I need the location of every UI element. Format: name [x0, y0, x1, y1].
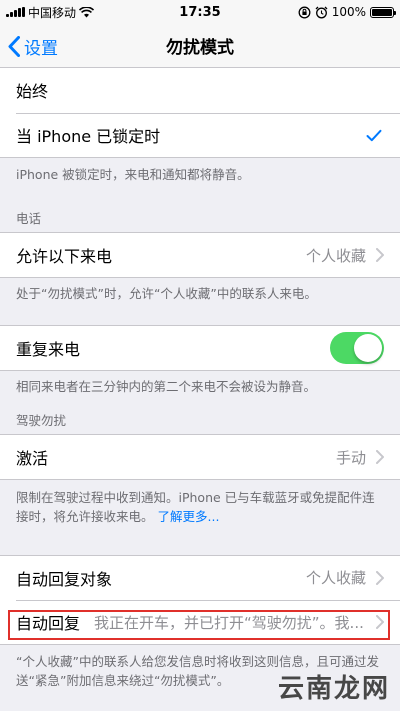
back-button[interactable]: 设置 — [8, 32, 58, 60]
repeat-calls-label: 重复来电 — [16, 340, 81, 359]
repeat-calls-note: 相同来电者在三分钟内的第二个来电不会被设为静音。 — [16, 379, 317, 394]
status-right: 100% — [244, 5, 396, 19]
toggle-knob — [354, 334, 382, 362]
auto-reply-to-label: 自动回复对象 — [16, 569, 113, 589]
silence-always-label: 始终 — [16, 82, 49, 102]
chevron-right-icon — [376, 450, 384, 464]
silence-note: iPhone 被锁定时，来电和通知都将静音。 — [16, 167, 250, 182]
allow-calls-note: 处于“勿扰模式”时，允许“个人收藏”中的联系人来电。 — [16, 286, 317, 301]
wifi-icon — [79, 6, 95, 17]
silence-locked-row[interactable]: 当 iPhone 已锁定时 — [0, 113, 400, 157]
driving-section-header: 驾驶勿扰 — [16, 413, 67, 428]
alarm-icon — [315, 6, 328, 18]
phone-section-header: 电话 — [16, 211, 42, 226]
orientation-lock-icon — [298, 6, 311, 18]
navigation-bar: 设置 勿扰模式 — [0, 24, 400, 68]
allow-calls-row[interactable]: 允许以下来电 个人收藏 — [0, 232, 400, 278]
status-bar: 中国移动 17:35 100% — [0, 0, 400, 24]
silence-group: 始终 当 iPhone 已锁定时 — [0, 68, 400, 158]
signal-icon — [6, 7, 25, 17]
repeat-calls-toggle[interactable] — [330, 332, 384, 364]
watermark-logo: 云南龙网 — [277, 674, 390, 704]
back-label: 设置 — [24, 38, 58, 59]
battery-percent: 100% — [331, 5, 366, 19]
activate-label: 激活 — [16, 449, 49, 468]
status-time: 17:35 — [179, 4, 221, 20]
divider — [16, 112, 400, 114]
page-title: 勿扰模式 — [166, 38, 234, 58]
battery-fill — [372, 8, 392, 16]
chevron-right-icon — [376, 248, 384, 262]
auto-reply-to-row[interactable]: 自动回复对象 个人收藏 — [0, 556, 400, 600]
driving-note: 限制在驾驶过程中收到通知。iPhone 已与车载蓝牙或免提配件连接时，将允许接收… — [16, 488, 386, 526]
allow-calls-value: 个人收藏 — [305, 246, 366, 265]
highlight-box — [8, 610, 390, 640]
repeat-calls-row: 重复来电 — [0, 325, 400, 371]
activate-row[interactable]: 激活 手动 — [0, 434, 400, 480]
status-left: 中国移动 — [6, 4, 156, 21]
chevron-left-icon — [8, 35, 20, 57]
chevron-right-icon — [376, 570, 384, 585]
auto-reply-to-value: 个人收藏 — [305, 569, 366, 588]
activate-value: 手动 — [335, 448, 366, 467]
checkmark-icon — [366, 129, 382, 141]
silence-locked-label: 当 iPhone 已锁定时 — [16, 127, 161, 147]
carrier-label: 中国移动 — [28, 5, 77, 20]
allow-calls-label: 允许以下来电 — [16, 247, 113, 266]
battery-icon — [370, 6, 396, 18]
learn-more-link[interactable]: 了解更多... — [158, 509, 220, 524]
silence-always-row[interactable]: 始终 — [0, 68, 400, 113]
